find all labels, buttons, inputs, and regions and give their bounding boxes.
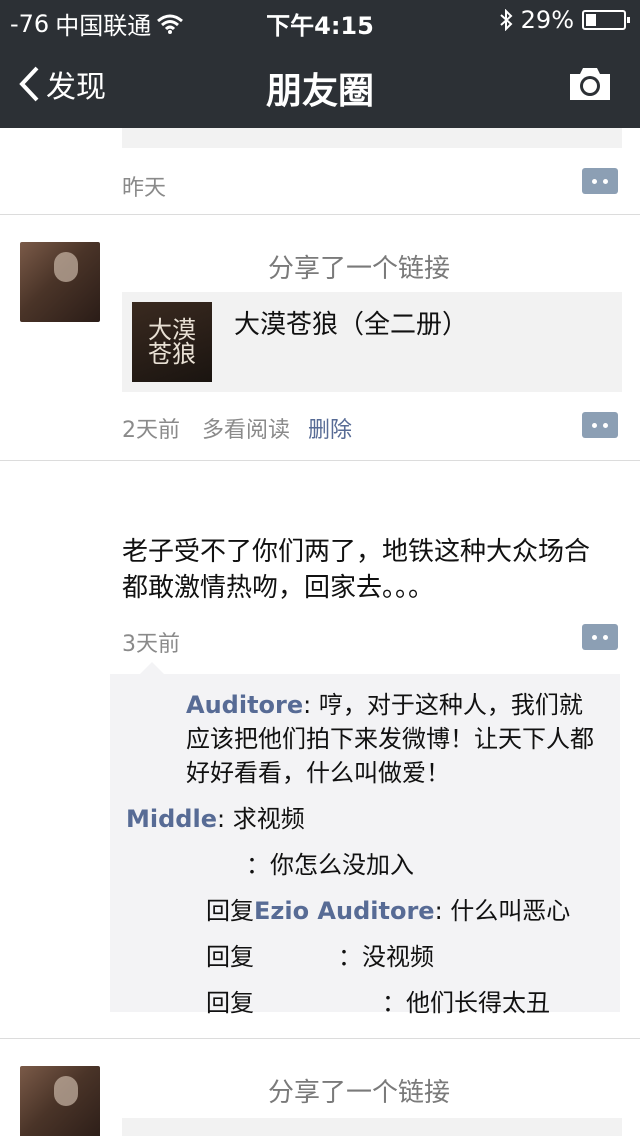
status-right: 29% bbox=[499, 6, 630, 34]
post-meta: 2天前 多看阅读 删除 bbox=[122, 412, 352, 444]
book-cover-thumbnail: 大漠 苍狼 bbox=[132, 302, 212, 382]
dot-icon bbox=[603, 178, 608, 184]
comment-text: 他们长得太丑 bbox=[406, 989, 550, 1017]
comment-separator: ： bbox=[338, 943, 362, 971]
commenter-name[interactable]: Middle bbox=[126, 805, 217, 833]
dot-icon bbox=[592, 634, 597, 640]
comment-button[interactable] bbox=[582, 624, 618, 650]
nav-bar: 发现 朋友圈 bbox=[0, 40, 640, 128]
comment-separator: : bbox=[303, 691, 319, 719]
comment-button[interactable] bbox=[582, 168, 618, 194]
book-cover-text: 大漠 苍狼 bbox=[148, 316, 196, 368]
dot-icon bbox=[603, 634, 608, 640]
source-app-link[interactable]: 多看阅读 bbox=[202, 418, 290, 443]
avatar-image bbox=[20, 242, 100, 322]
comment-item[interactable]: 回复Ezio Auditore: 什么叫恶心 bbox=[126, 894, 604, 928]
link-card-partial[interactable] bbox=[122, 1118, 622, 1136]
dot-icon bbox=[592, 422, 597, 428]
commenter-name[interactable]: Ezio Auditore bbox=[254, 897, 435, 925]
post-time: 2天前 bbox=[122, 418, 180, 443]
dot-icon bbox=[603, 422, 608, 428]
post-divider bbox=[0, 460, 640, 461]
comment-text: 求视频 bbox=[232, 805, 305, 833]
avatar[interactable] bbox=[20, 242, 100, 322]
share-text: 分享了一个链接 bbox=[268, 1078, 451, 1108]
comment-item[interactable]: ：你怎么没加入 bbox=[126, 848, 604, 882]
comment-button[interactable] bbox=[582, 412, 618, 438]
comment-item[interactable]: 回复 ：他们长得太丑 bbox=[126, 986, 604, 1020]
comment-list: Auditore: 哼，对于这种人，我们就应该把他们拍下来发微博！让天下人都好好… bbox=[110, 662, 620, 1017]
comment-item[interactable]: Middle: 求视频 bbox=[126, 802, 604, 836]
comment-separator: ： bbox=[382, 989, 406, 1017]
camera-icon[interactable] bbox=[568, 64, 612, 102]
reply-word: 回复 bbox=[206, 943, 254, 971]
post-text: 老子受不了你们两了，地铁这种大众场合都敢激情热吻，回家去。。。 bbox=[122, 537, 591, 603]
battery-icon bbox=[582, 10, 630, 30]
battery-fill bbox=[586, 14, 596, 26]
battery-percent: 29% bbox=[520, 6, 574, 34]
comment-text: 你怎么没加入 bbox=[270, 851, 414, 879]
post-time: 3天前 bbox=[122, 632, 180, 657]
delete-link[interactable]: 删除 bbox=[308, 418, 352, 443]
comment-text: 没视频 bbox=[362, 943, 434, 971]
avatar-image bbox=[20, 1066, 100, 1136]
status-bar: -76 中国联通 下午4:15 29% bbox=[0, 0, 640, 40]
reply-word: 回复 bbox=[206, 897, 254, 925]
comment-separator: : bbox=[434, 897, 451, 925]
comment-text: 什么叫恶心 bbox=[450, 897, 571, 925]
comment-separator: : bbox=[216, 805, 233, 833]
page-title: 朋友圈 bbox=[265, 71, 374, 112]
comment-separator: ： bbox=[246, 851, 270, 879]
commenter-name[interactable]: Auditore bbox=[186, 691, 303, 719]
moments-timeline: 昨天 分享了一个链接 大漠 苍狼 大漠苍狼（全二册） 2天前 多看阅读 删除 老子受… bbox=[0, 128, 640, 1136]
comment-item[interactable]: Auditore: 哼，对于这种人，我们就应该把他们拍下来发微博！让天下人都好好… bbox=[126, 688, 604, 790]
share-text: 分享了一个链接 bbox=[268, 254, 451, 284]
reply-word: 回复 bbox=[206, 989, 254, 1017]
bluetooth-icon bbox=[499, 9, 513, 31]
link-card-partial[interactable] bbox=[122, 128, 622, 148]
post-time: 昨天 bbox=[122, 176, 167, 201]
avatar[interactable] bbox=[20, 1066, 100, 1136]
post-divider bbox=[0, 1038, 640, 1039]
link-card[interactable]: 大漠 苍狼 大漠苍狼（全二册） bbox=[122, 292, 622, 392]
link-title: 大漠苍狼（全二册） bbox=[234, 310, 469, 340]
post-divider bbox=[0, 214, 640, 215]
comment-item[interactable]: 回复 ：没视频 bbox=[126, 940, 604, 974]
dot-icon bbox=[592, 178, 597, 184]
